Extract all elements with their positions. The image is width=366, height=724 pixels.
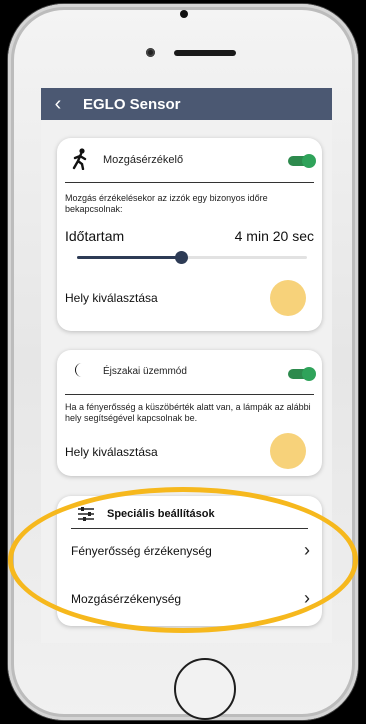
- special-settings-card: Speciális beállítások Fényerősség érzéke…: [57, 496, 322, 626]
- night-mode-description: Ha a fényerősség a küszöbérték alatt van…: [65, 402, 311, 423]
- chevron-right-icon: ›: [304, 540, 310, 560]
- walking-person-icon: [71, 148, 91, 175]
- list-item-label: Fényerősség érzékenység: [71, 544, 212, 558]
- home-button[interactable]: [174, 658, 236, 720]
- location-color-button[interactable]: [270, 433, 306, 469]
- divider: [65, 394, 314, 395]
- duration-value: 4 min 20 sec: [234, 228, 314, 244]
- list-item-brightness-sensitivity[interactable]: Fényerősség érzékenység ›: [57, 530, 322, 576]
- location-select-label[interactable]: Hely kiválasztása: [65, 445, 158, 459]
- app-screen: ‹ EGLO Sensor Mozgásérzékelő Mozgás érzé…: [41, 88, 332, 643]
- earpiece-speaker: [174, 50, 236, 56]
- motion-sensor-card: Mozgásérzékelő Mozgás érzékelésekor az i…: [57, 138, 322, 331]
- divider: [71, 528, 308, 529]
- list-item-motion-sensitivity[interactable]: Mozgásérzékenység ›: [57, 578, 322, 624]
- list-item-label: Mozgásérzékenység: [71, 592, 182, 606]
- duration-slider[interactable]: [77, 251, 307, 264]
- night-mode-card: Éjszakai üzemmód Ha a fényerősség a küsz…: [57, 350, 322, 476]
- front-camera: [146, 48, 155, 57]
- proximity-sensor: [180, 10, 188, 18]
- night-mode-toggle[interactable]: [288, 367, 316, 381]
- motion-sensor-title: Mozgásérzékelő: [103, 154, 184, 166]
- divider: [65, 182, 314, 183]
- duration-slider-fill: [77, 256, 181, 259]
- location-select-label[interactable]: Hely kiválasztása: [65, 291, 158, 305]
- location-color-button[interactable]: [270, 280, 306, 316]
- duration-slider-handle[interactable]: [174, 251, 188, 264]
- top-bar: ‹ EGLO Sensor: [41, 88, 332, 120]
- crescent-moon-icon: [71, 362, 87, 383]
- chevron-left-icon[interactable]: ‹: [41, 88, 75, 120]
- page-title: EGLO Sensor: [83, 95, 181, 113]
- motion-sensor-description: Mozgás érzékelésekor az izzók egy bizony…: [65, 193, 268, 214]
- duration-label: Időtartam: [65, 228, 125, 244]
- motion-sensor-toggle[interactable]: [288, 154, 316, 168]
- special-settings-title: Speciális beállítások: [107, 508, 215, 520]
- chevron-right-icon: ›: [304, 588, 310, 608]
- sliders-icon: [77, 506, 95, 527]
- night-mode-title: Éjszakai üzemmód: [103, 366, 187, 377]
